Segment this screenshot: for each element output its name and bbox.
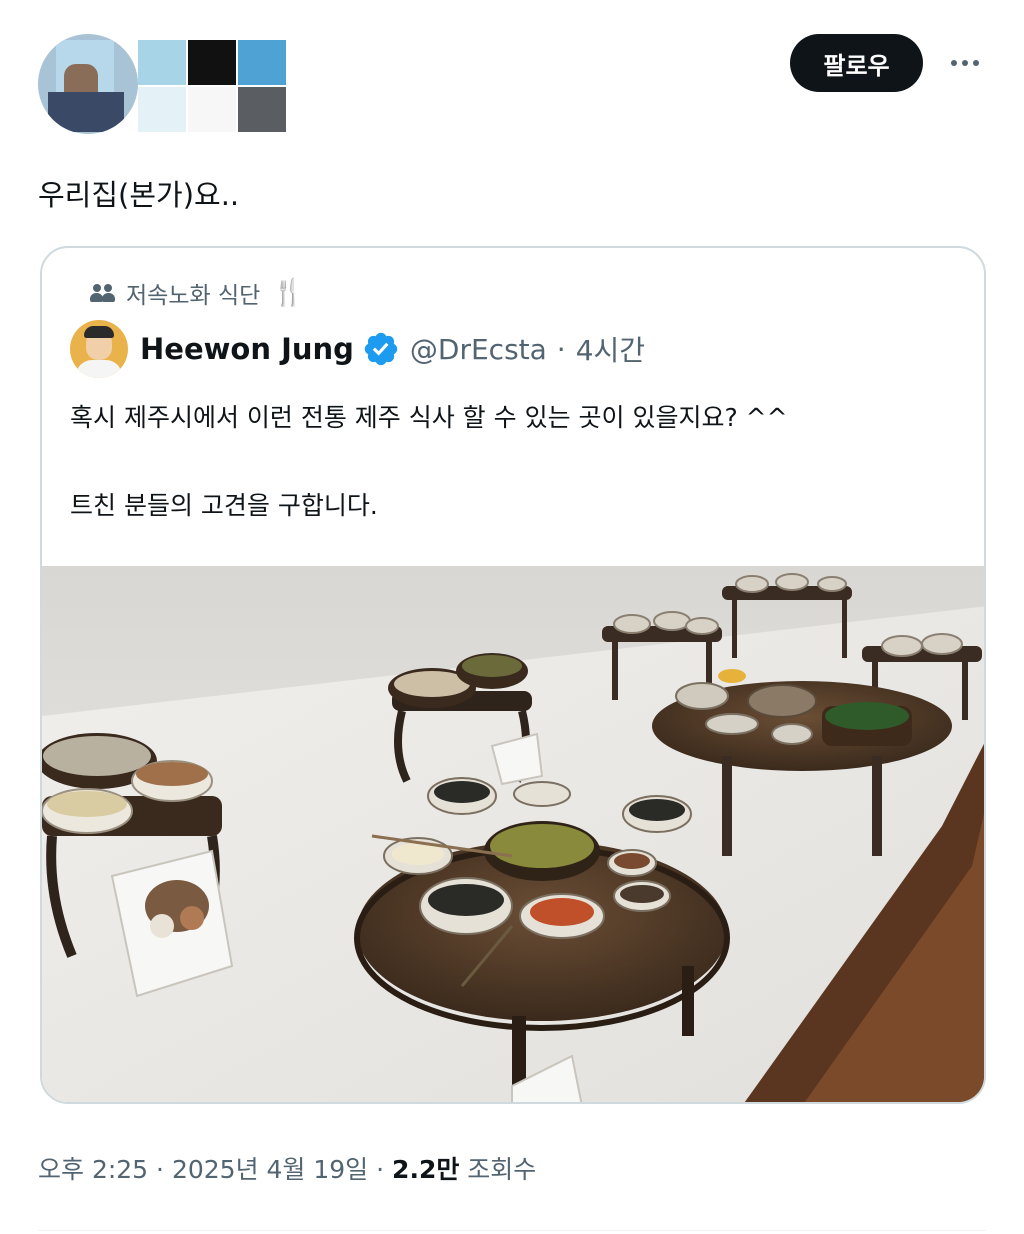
more-options-icon[interactable] (944, 44, 986, 82)
community-name: 저속노화 식단 (126, 283, 261, 309)
divider (38, 1230, 986, 1231)
quote-text-line-2: 트친 분들의 고견을 구합니다. (70, 491, 378, 520)
verified-badge-icon (364, 332, 398, 366)
separator-dot: · (556, 332, 566, 366)
follow-button[interactable]: 팔로우 (790, 34, 923, 92)
quote-photo[interactable] (42, 566, 984, 1102)
tweet-time[interactable]: 오후 2:25 (38, 1155, 148, 1184)
meal-exhibit-illustration (42, 566, 984, 1102)
views-label: 조회수 (467, 1155, 537, 1184)
quote-text-line-1: 혹시 제주시에서 이런 전통 제주 식사 할 수 있는 곳이 있을지요? ^^ (70, 403, 788, 432)
tweet-date[interactable]: 2025년 4월 19일 (172, 1155, 368, 1184)
avatar[interactable] (38, 34, 138, 134)
people-icon (90, 282, 116, 304)
quote-avatar[interactable] (70, 320, 128, 378)
fork-knife-icon: 🍴 (272, 278, 305, 308)
blurred-username (138, 40, 288, 132)
author-avatar-block[interactable] (38, 30, 304, 138)
quote-author-name[interactable]: Heewon Jung (140, 332, 354, 366)
quote-author-row[interactable]: Heewon Jung @DrEcsta · 4시간 (70, 320, 645, 378)
views-count: 2.2만 (392, 1155, 460, 1184)
quoted-tweet-card[interactable]: 저속노화 식단 🍴 Heewon Jung @DrEcsta · 4시간 혹시 … (40, 246, 986, 1104)
community-label-row[interactable]: 저속노화 식단 🍴 (90, 276, 305, 310)
tweet-text: 우리집(본가)요.. (38, 178, 240, 212)
quote-time[interactable]: 4시간 (576, 329, 645, 369)
tweet-meta: 오후 2:25 · 2025년 4월 19일 · 2.2만 조회수 (38, 1155, 537, 1184)
quote-author-handle[interactable]: @DrEcsta (410, 333, 547, 366)
